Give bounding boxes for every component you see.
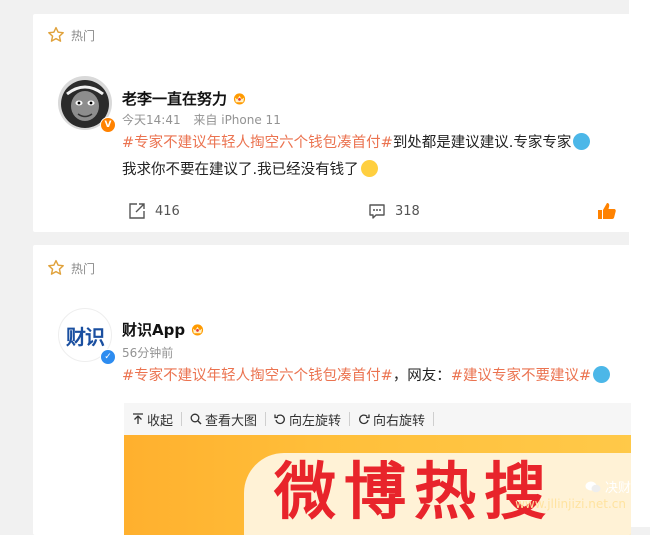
collapse-label: 收起: [147, 413, 174, 429]
view-large-label: 查看大图: [205, 413, 258, 429]
search-icon: [190, 413, 202, 425]
banner-title: 微博热搜: [274, 455, 555, 528]
scroll-gutter: [629, 0, 650, 527]
topic-tag[interactable]: #建议专家不要建议#: [451, 368, 591, 384]
topic-tag[interactable]: #专家不建议年轻人掏空六个钱包凑首付#: [122, 135, 393, 151]
watermark: 决财局: [585, 477, 644, 496]
rotate-right-label: 向右旋转: [373, 413, 426, 429]
emoji-face-icon: [593, 366, 611, 383]
avatar-logo-text: 财识: [66, 324, 105, 349]
feed-card-1: 热门 V 老李一直在努力 今天14:41 来自 iPhone 11 #专家不建议…: [33, 14, 631, 232]
post-text: 我求你不要在建议了.我已经没有钱了: [122, 162, 359, 178]
post-time[interactable]: 56分钟前: [122, 346, 173, 360]
post-source: 来自 iPhone 11: [193, 113, 281, 127]
repost-button[interactable]: 416: [128, 202, 180, 220]
star-icon: [48, 259, 64, 275]
emoji-face-icon: [573, 133, 591, 150]
author-name[interactable]: 财识App: [122, 319, 185, 340]
author-name[interactable]: 老李一直在努力: [122, 88, 227, 109]
rotate-left-label: 向左旋转: [289, 413, 342, 429]
comment-count: 318: [395, 203, 420, 219]
vip-crown-icon: [233, 93, 246, 105]
post-text-line-1: #专家不建议年轻人掏空六个钱包凑首付#到处都是建议建议.专家专家: [122, 133, 591, 153]
collapse-button[interactable]: 收起: [124, 403, 181, 435]
hot-header: 热门: [47, 26, 95, 44]
collapse-icon: [133, 413, 143, 424]
post-actions: 416 318: [33, 202, 631, 224]
repost-count: 416: [155, 203, 180, 219]
rotate-right-button[interactable]: 向右旋转: [350, 403, 433, 435]
author-row: 财识App: [122, 319, 206, 340]
hot-header: 热门: [47, 259, 95, 277]
author-row: 老李一直在努力: [122, 88, 248, 109]
share-icon: [129, 203, 145, 219]
hot-label: 热门: [71, 28, 96, 43]
post-time[interactable]: 今天14:41: [122, 113, 181, 127]
image-toolbar: 收起 查看大图 向左旋转 向右旋转: [124, 403, 631, 435]
rotate-left-button[interactable]: 向左旋转: [266, 403, 349, 435]
hot-label: 热门: [71, 261, 96, 276]
post-text: 到处都是建议建议.专家专家: [392, 135, 572, 151]
post-image[interactable]: 微博热搜: [124, 435, 631, 535]
verified-icon: ✓: [100, 349, 116, 365]
comment-button[interactable]: 318: [368, 202, 420, 220]
wechat-icon: [585, 481, 601, 492]
post-meta: 今天14:41 来自 iPhone 11: [122, 111, 281, 128]
verified-icon: V: [100, 117, 116, 133]
like-button[interactable]: [597, 202, 617, 220]
watermark-url: www.jllinjizi.net.cn: [515, 497, 626, 511]
feed-card-2: 热门 财识 ✓ 财识App 56分钟前 #专家不建议年轻人掏空六个钱包凑首付#，…: [33, 245, 631, 535]
post-text-line-2: 我求你不要在建议了.我已经没有钱了: [122, 160, 378, 180]
star-icon: [48, 26, 64, 42]
rotate-left-icon: [274, 414, 285, 425]
post-meta: 56分钟前: [122, 344, 173, 361]
view-large-button[interactable]: 查看大图: [182, 403, 265, 435]
comment-icon: [369, 204, 385, 219]
post-text: ，网友：: [392, 368, 451, 384]
topic-tag[interactable]: #专家不建议年轻人掏空六个钱包凑首付#: [122, 368, 393, 384]
watermark-name: 决财局: [604, 481, 644, 496]
emoji-face-icon: [360, 160, 378, 177]
toolbar-divider: [433, 412, 435, 426]
like-icon: [598, 203, 616, 219]
vip-crown-icon: [192, 324, 204, 336]
rotate-right-icon: [359, 414, 370, 425]
post-text-line-1: #专家不建议年轻人掏空六个钱包凑首付#，网友：#建议专家不要建议#: [122, 366, 611, 386]
